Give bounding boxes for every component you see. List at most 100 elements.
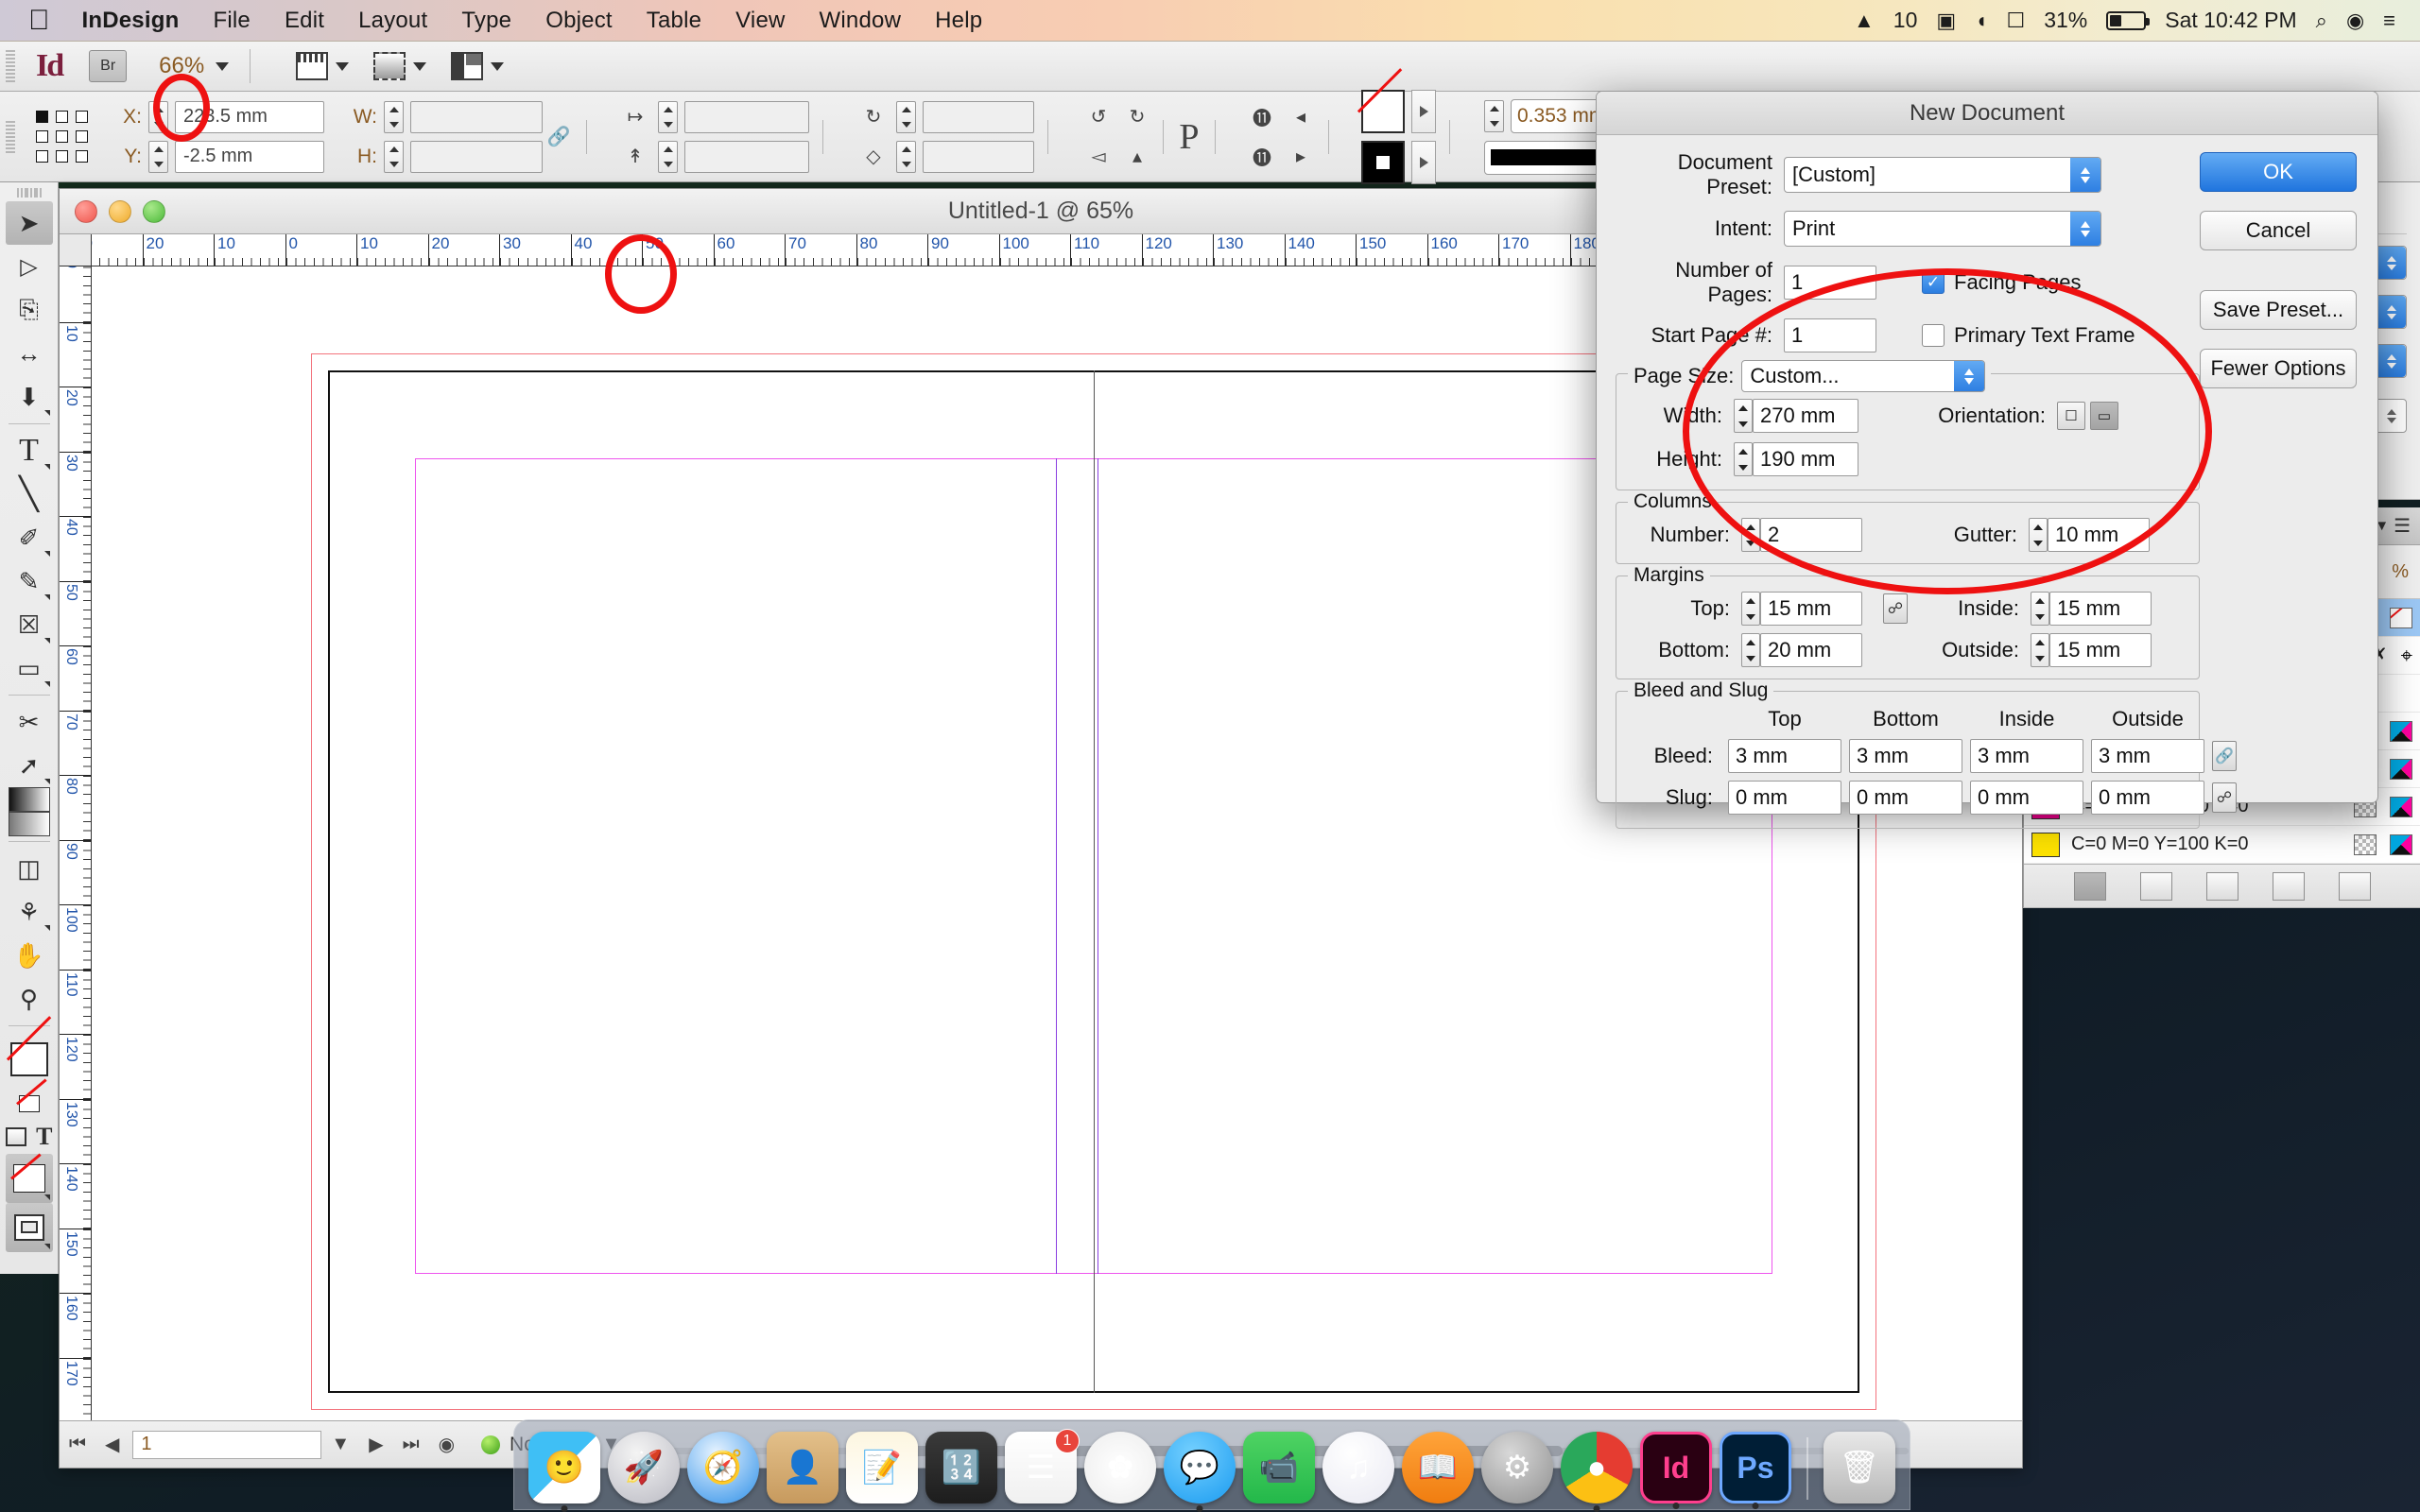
controlbar-grip[interactable] [6, 120, 15, 153]
stroke-color-swatch[interactable] [1361, 140, 1405, 184]
tools-panel-grip[interactable] [16, 188, 42, 198]
tool-pencil[interactable]: ✎ [6, 559, 53, 603]
select-previous-object-icon[interactable]: ◂ [1285, 101, 1317, 133]
facing-pages-checkbox-row[interactable]: ✓ Facing Pages [1922, 270, 2082, 295]
orientation-landscape-button[interactable]: ▭ [2090, 402, 2118, 430]
scale-y-stepper[interactable] [658, 140, 678, 173]
document-preset-select[interactable]: [Custom] [1784, 157, 2101, 193]
tool-gradient-feather[interactable] [8, 812, 50, 836]
menu-table[interactable]: Table [630, 0, 718, 42]
slug-link-icon[interactable]: ☍ [2212, 782, 2237, 813]
default-fill-stroke-icon[interactable] [6, 1078, 53, 1120]
margin-top-stepper[interactable] [1741, 592, 1760, 626]
battery-icon[interactable] [2106, 10, 2151, 30]
dock-item-photos[interactable]: ✿ [1084, 1432, 1156, 1503]
new-color-group-button[interactable] [2272, 871, 2305, 901]
bleed-link-icon[interactable]: 🔗 [2212, 741, 2237, 771]
delete-swatch-button[interactable] [2338, 871, 2371, 901]
margin-bottom-stepper[interactable] [1741, 633, 1760, 667]
ok-button[interactable]: OK [2200, 152, 2357, 192]
menu-object[interactable]: Object [528, 0, 630, 42]
menu-indesign[interactable]: InDesign [65, 0, 197, 42]
tool-gradient-swatch[interactable] [8, 787, 50, 812]
dock-item-google-chrome[interactable]: ● [1561, 1432, 1633, 1512]
dock-item-contacts[interactable]: 👤 [767, 1432, 838, 1503]
select-container-up-icon[interactable]: ⓫ [1246, 101, 1278, 133]
normal-view-mode-button[interactable] [5, 1203, 53, 1252]
view-options-button[interactable] [296, 52, 350, 80]
slug-bottom-input[interactable]: 0 mm [1849, 781, 1962, 815]
rotate-90-ccw-icon[interactable]: ↺ [1082, 101, 1115, 133]
slug-outside-input[interactable]: 0 mm [2091, 781, 2204, 815]
h-stepper[interactable] [384, 140, 404, 173]
gutter-input[interactable]: 10 mm [2048, 518, 2150, 552]
flip-horizontal-icon[interactable]: ◅ [1082, 141, 1115, 173]
notification-center-icon[interactable]: ≡ [2383, 9, 2395, 33]
save-preset-button[interactable]: Save Preset... [2200, 290, 2357, 330]
tool-type[interactable]: T [6, 429, 53, 472]
wifi-icon[interactable]: ◖ [1975, 9, 1987, 33]
swatches-panel-menu-icon[interactable]: ▼ ☰ [2375, 514, 2411, 538]
dock-item-photoshop[interactable]: Ps [1720, 1432, 1791, 1509]
bleed-inside-input[interactable]: 3 mm [1970, 739, 2083, 773]
dock-item-safari[interactable]: 🧭 [687, 1432, 759, 1503]
next-page-icon[interactable]: ▶ [359, 1433, 392, 1456]
tool-note[interactable]: ◫ [6, 847, 53, 890]
tool-content-collector[interactable]: ⬇ [6, 375, 53, 419]
siri-icon[interactable]: ◉ [2346, 9, 2364, 33]
tool-eyedropper[interactable]: ⚘ [6, 890, 53, 934]
spotlight-icon[interactable]: ⌕ [2316, 9, 2327, 33]
dock-item-facetime[interactable]: 📹 [1243, 1432, 1315, 1503]
last-page-icon[interactable]: ⏭ [393, 1434, 429, 1455]
menu-edit[interactable]: Edit [268, 0, 341, 42]
start-page-input[interactable]: 1 [1784, 318, 1876, 352]
page-number-input[interactable]: 1 [132, 1430, 322, 1459]
y-input[interactable]: -2.5 mm [175, 140, 324, 173]
scale-y-input[interactable] [684, 140, 809, 173]
menu-help[interactable]: Help [918, 0, 999, 42]
tool-frame[interactable]: ☒ [6, 603, 53, 646]
page-width-input[interactable]: 270 mm [1753, 399, 1858, 433]
page-height-input[interactable]: 190 mm [1753, 442, 1858, 476]
dock-item-finder[interactable]: 🙂 [528, 1432, 600, 1512]
appbar-grip[interactable] [6, 50, 15, 82]
facing-pages-checkbox[interactable]: ✓ [1922, 271, 1945, 294]
tool-zoom[interactable]: ⚲ [6, 977, 53, 1021]
select-next-object-icon[interactable]: ▸ [1285, 141, 1317, 173]
page-size-select[interactable]: Custom... [1741, 360, 1986, 392]
first-page-icon[interactable]: ⏮ [60, 1434, 95, 1455]
columns-number-input[interactable]: 2 [1760, 518, 1862, 552]
number-of-pages-input[interactable]: 1 [1784, 266, 1876, 300]
reference-point-selector[interactable] [36, 110, 89, 163]
scale-x-stepper[interactable] [658, 100, 678, 133]
stroke-color-dropdown[interactable] [1411, 140, 1436, 184]
tool-pen[interactable]: ✐ [6, 516, 53, 559]
bridge-button[interactable]: Br [89, 50, 128, 82]
tool-gap[interactable]: ↔ [6, 332, 53, 375]
margin-outside-stepper[interactable] [2031, 633, 2049, 667]
show-gradient-swatches-button[interactable] [2205, 871, 2238, 901]
tool-selection[interactable]: ➤ [5, 201, 53, 245]
select-content-down-icon[interactable]: ⓫ [1246, 141, 1278, 173]
columns-number-stepper[interactable] [1741, 518, 1760, 552]
cancel-button[interactable]: Cancel [2200, 211, 2357, 250]
display-icon[interactable]: ▣ [1936, 9, 1956, 33]
flip-vertical-icon[interactable]: ▴ [1121, 141, 1153, 173]
dock-item-itunes[interactable]: ♫ [1322, 1432, 1394, 1503]
bleed-bottom-input[interactable]: 3 mm [1849, 739, 1962, 773]
primary-text-frame-checkbox[interactable] [1922, 324, 1945, 347]
dock-item-reminders[interactable]: ☰ 1 [1005, 1429, 1080, 1503]
x-input[interactable]: 223.5 mm [175, 100, 324, 133]
zoom-level-selector[interactable]: 66% [159, 53, 230, 79]
dock-item-messages[interactable]: 💬 [1164, 1432, 1236, 1512]
bleed-top-input[interactable]: 3 mm [1728, 739, 1841, 773]
formatting-affects-container[interactable]: T [5, 1120, 53, 1154]
menu-layout[interactable]: Layout [341, 0, 444, 42]
make-all-settings-same-icon[interactable]: ☍ [1883, 593, 1908, 624]
tool-page[interactable]: ⎘ [6, 288, 53, 332]
dock-item-system-preferences[interactable]: ⚙ [1481, 1432, 1553, 1503]
intent-select[interactable]: Print [1784, 211, 2101, 247]
menu-file[interactable]: File [196, 0, 267, 42]
orientation-portrait-button[interactable]: ☐ [2057, 402, 2085, 430]
tool-line[interactable]: ╲ [6, 472, 53, 516]
